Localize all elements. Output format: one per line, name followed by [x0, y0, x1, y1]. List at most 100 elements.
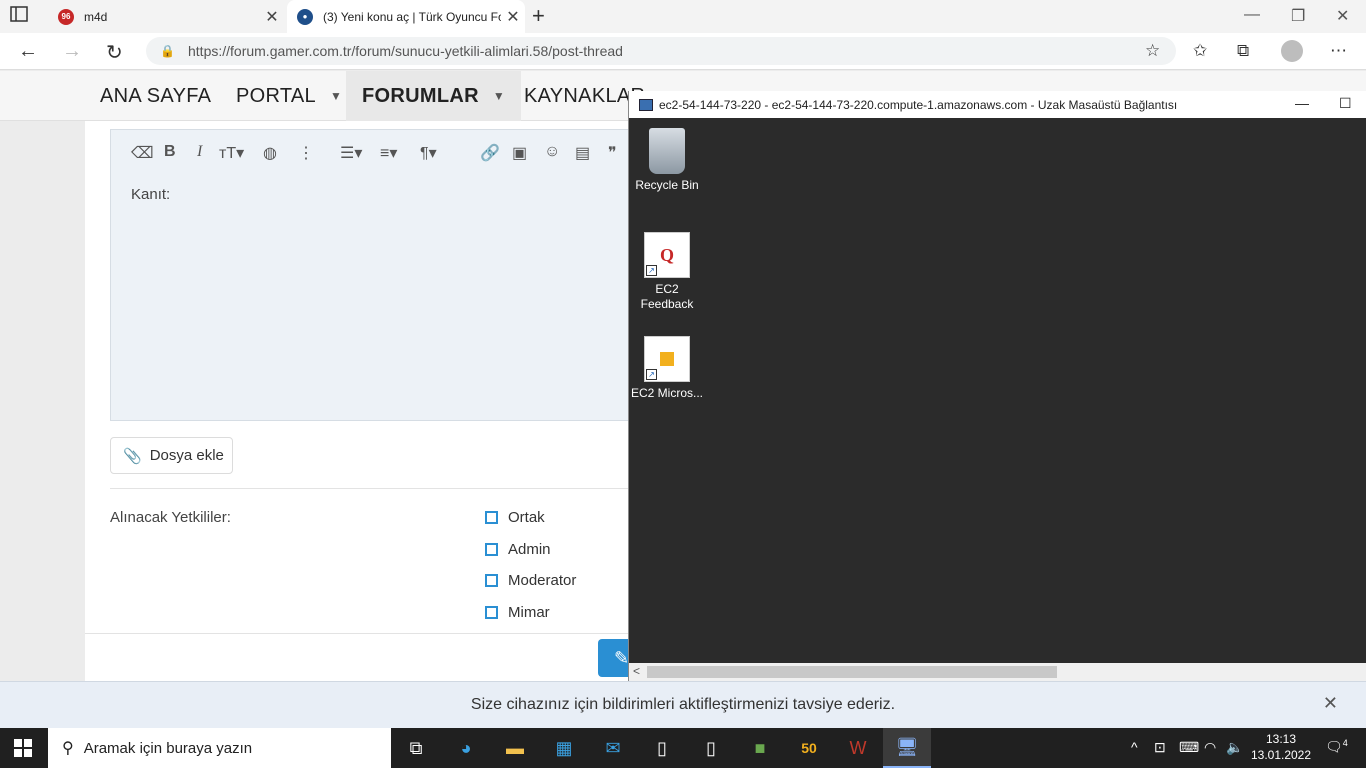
horizontal-scrollbar[interactable]: <: [629, 663, 1366, 681]
more-menu-icon[interactable]: ⋯: [1330, 41, 1347, 61]
collections-icon[interactable]: ⧉: [1237, 41, 1249, 61]
new-tab-icon[interactable]: +: [532, 3, 545, 29]
eraser-icon[interactable]: ⌫: [131, 143, 154, 163]
quote-icon[interactable]: ❞: [608, 143, 617, 163]
italic-icon[interactable]: I: [197, 143, 202, 161]
editor-toolbar: ⌫ B I тT▾ ◍ ⋮ ☰▾ ≡▾ ¶▾ 🔗 ▣ ☺ ▤ ❞: [111, 130, 629, 176]
profile-avatar[interactable]: [1281, 40, 1303, 62]
tab-title: (3) Yeni konu aç | Türk Oyuncu Fo: [323, 9, 501, 24]
forward-icon[interactable]: →: [62, 40, 82, 63]
file-explorer-icon[interactable]: ▬: [491, 728, 539, 768]
editor-content[interactable]: Kanıt:: [131, 186, 170, 203]
clock[interactable]: 13:13 13.01.2022: [1250, 731, 1312, 763]
lock-icon: 🔒: [160, 44, 175, 58]
attach-file-button[interactable]: 📎 Dosya ekle: [110, 437, 233, 474]
rdp-title-bar[interactable]: ec2-54-144-73-220 - ec2-54-144-73-220.co…: [629, 91, 1366, 118]
tab-title: m4d: [84, 9, 108, 24]
volume-icon[interactable]: 🔈: [1226, 739, 1243, 756]
close-tab-icon[interactable]: ✕: [260, 7, 284, 27]
notification-count: 4: [1342, 738, 1348, 748]
desktop-icon-label: EC2 Feedback: [640, 282, 694, 311]
checkbox-icon[interactable]: [485, 543, 498, 556]
rdp-maximize-icon[interactable]: ☐: [1339, 95, 1352, 112]
checkbox-label: Mimar: [508, 604, 550, 621]
checkbox-label: Admin: [508, 541, 551, 558]
refresh-icon[interactable]: ↻: [106, 40, 123, 65]
checkbox-label: Ortak: [508, 509, 545, 526]
checkbox-icon[interactable]: [485, 574, 498, 587]
restore-icon[interactable]: ❐: [1291, 6, 1305, 26]
address-toolbar: ← → ↻ 🔒 https://forum.gamer.com.tr/forum…: [0, 33, 1366, 70]
rich-text-editor[interactable]: ⌫ B I тT▾ ◍ ⋮ ☰▾ ≡▾ ¶▾ 🔗 ▣ ☺ ▤ ❞ Kanıt:: [110, 129, 630, 421]
paperclip-icon: 📎: [123, 447, 142, 465]
link-icon[interactable]: 🔗: [480, 143, 500, 163]
close-tab-icon[interactable]: ✕: [501, 7, 525, 27]
tab-actions-icon[interactable]: [10, 6, 34, 26]
trash-icon: [649, 128, 685, 174]
close-icon[interactable]: ✕: [1323, 693, 1338, 714]
media-icon[interactable]: ▤: [575, 143, 590, 163]
checkbox-icon[interactable]: [485, 511, 498, 524]
form-footer: [85, 633, 645, 681]
tab-m4d[interactable]: 96 m4d ✕: [48, 0, 284, 33]
divider: [110, 488, 630, 489]
checkbox-icon[interactable]: [485, 606, 498, 619]
url-field[interactable]: 🔒 https://forum.gamer.com.tr/forum/sunuc…: [146, 37, 1176, 65]
warband-icon[interactable]: W: [834, 728, 882, 768]
post-form: ⌫ B I тT▾ ◍ ⋮ ☰▾ ≡▾ ¶▾ 🔗 ▣ ☺ ▤ ❞ Kanıt: …: [85, 121, 645, 681]
close-window-icon[interactable]: ✕: [1336, 6, 1349, 26]
store-icon[interactable]: ▦: [540, 728, 588, 768]
checkbox-moderator[interactable]: Moderator: [485, 572, 576, 589]
tab-badge-icon: 96: [58, 8, 74, 25]
scroll-left-icon[interactable]: <: [633, 664, 640, 678]
game-app-icon[interactable]: 50: [785, 728, 833, 768]
checkbox-ortak[interactable]: Ortak: [485, 509, 545, 526]
tab-forum[interactable]: ● (3) Yeni konu aç | Türk Oyuncu Fo ✕: [287, 0, 525, 33]
taskbar-search[interactable]: ⚲ Aramak için buraya yazın: [48, 728, 391, 768]
task-view-icon[interactable]: ⧉: [392, 728, 440, 768]
add-favorite-icon[interactable]: ☆: [1145, 41, 1160, 61]
favorites-icon[interactable]: ✩: [1193, 41, 1207, 61]
minimize-icon[interactable]: —: [1244, 6, 1260, 24]
ec2-microsoft-shortcut[interactable]: ↗ EC2 Micros...: [631, 336, 703, 401]
nav-portal[interactable]: PORTAL ▼: [236, 71, 342, 121]
wifi-icon[interactable]: ◠: [1204, 739, 1216, 756]
notification-center-icon[interactable]: 🗨4: [1325, 738, 1348, 756]
minecraft-icon[interactable]: ■: [736, 728, 784, 768]
remote-desktop-task-icon[interactable]: 🖥: [883, 728, 931, 768]
document-icon[interactable]: ▯: [687, 728, 735, 768]
security-icon[interactable]: ⊡: [1154, 739, 1166, 756]
keyboard-icon[interactable]: ⌨: [1179, 739, 1199, 756]
chevron-down-icon: ▼: [329, 89, 343, 103]
document-icon[interactable]: ▯: [638, 728, 686, 768]
back-icon[interactable]: ←: [18, 40, 38, 63]
recycle-bin-icon[interactable]: Recycle Bin: [631, 128, 703, 193]
palette-icon[interactable]: ◍: [263, 143, 277, 163]
show-hidden-icons[interactable]: ^: [1131, 739, 1138, 755]
clock-date: 13.01.2022: [1250, 748, 1312, 762]
checkbox-label: Moderator: [508, 572, 577, 589]
nav-forumlar[interactable]: FORUMLAR ▼: [346, 71, 522, 121]
checkbox-mimar[interactable]: Mimar: [485, 604, 550, 621]
remote-desktop-icon: [639, 98, 653, 111]
taskbar: ⚲ Aramak için buraya yazın ⧉ ◕ ▬ ▦ ✉ ▯ ▯…: [0, 728, 1366, 768]
nav-ana-sayfa[interactable]: ANA SAYFA: [100, 71, 211, 121]
edge-icon[interactable]: ◕: [442, 728, 490, 768]
bold-icon[interactable]: B: [164, 143, 176, 161]
notification-text: Size cihazınız için bildirimleri aktifle…: [470, 696, 896, 713]
image-icon[interactable]: ▣: [512, 143, 527, 163]
remote-desktop-window[interactable]: ec2-54-144-73-220 - ec2-54-144-73-220.co…: [628, 91, 1366, 681]
checkbox-admin[interactable]: Admin: [485, 541, 551, 558]
rdp-minimize-icon[interactable]: —: [1295, 95, 1309, 111]
paragraph-icon[interactable]: ¶▾: [420, 143, 437, 163]
desktop-icon-label: EC2 Micros...: [631, 386, 704, 400]
start-button[interactable]: [14, 739, 32, 757]
ec2-feedback-shortcut[interactable]: Q ↗ EC2 Feedback: [631, 232, 703, 312]
mail-icon[interactable]: ✉: [589, 728, 637, 768]
smiley-icon[interactable]: ☺: [544, 143, 560, 161]
scroll-thumb[interactable]: [647, 666, 1057, 678]
align-icon[interactable]: ≡▾: [380, 143, 397, 163]
text-size-icon[interactable]: тT▾: [219, 143, 244, 163]
list-icon[interactable]: ☰▾: [340, 143, 362, 163]
more-options-icon[interactable]: ⋮: [298, 143, 314, 163]
